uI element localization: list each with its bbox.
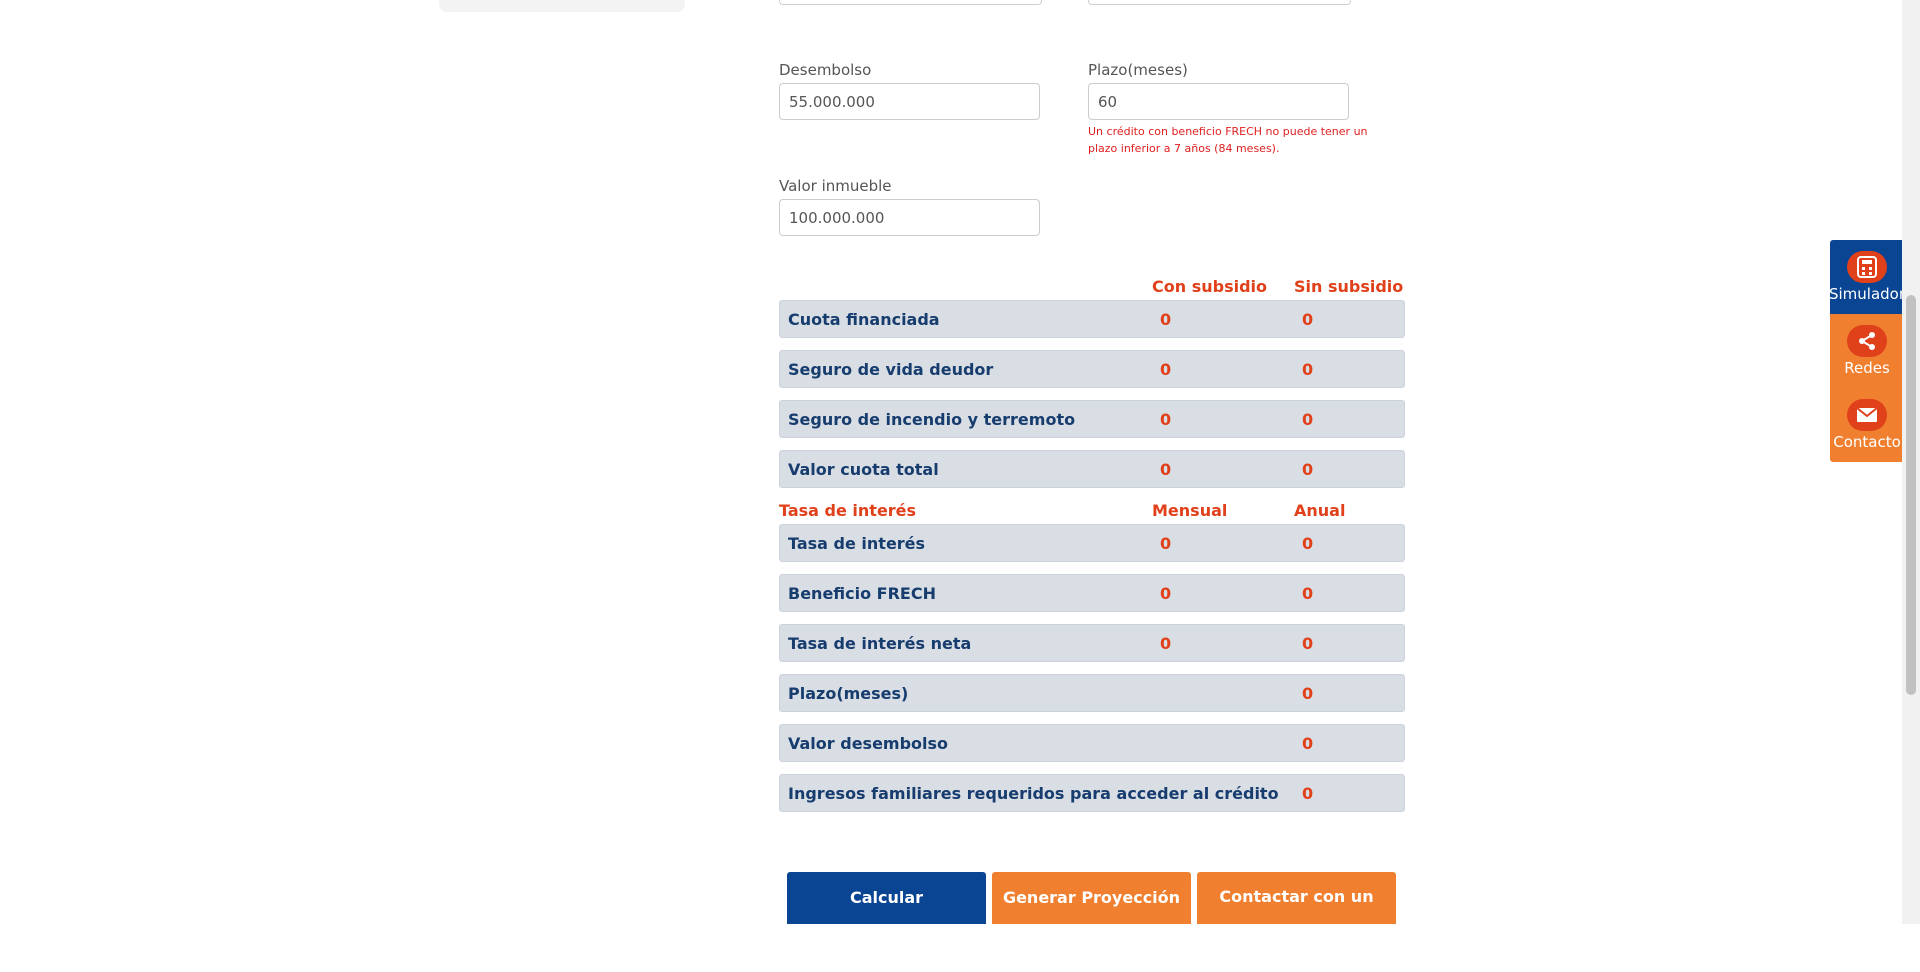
page-scrollbar[interactable] [1902, 0, 1920, 924]
con-subsidio-value: 0 [1160, 410, 1172, 429]
anual-header: Anual [1294, 501, 1346, 520]
tasa-row: Plazo(meses) 0 [779, 674, 1405, 712]
simulador-label: Simulador [1828, 285, 1906, 303]
desembolso-input[interactable] [779, 83, 1040, 120]
sin-subsidio-value: 0 [1302, 410, 1314, 429]
row-label: Valor cuota total [788, 460, 939, 479]
row-label: Tasa de interés neta [788, 634, 972, 653]
tasa-row: Ingresos familiares requeridos para acce… [779, 774, 1405, 812]
row-label: Ingresos familiares requeridos para acce… [788, 784, 1279, 803]
con-subsidio-header: Con subsidio [1152, 277, 1267, 296]
cuota-row: Cuota financiada 0 0 [779, 300, 1405, 338]
sin-subsidio-value: 0 [1302, 310, 1314, 329]
row-label: Seguro de incendio y terremoto [788, 410, 1076, 429]
row-label: Tasa de interés [788, 534, 926, 553]
anual-value: 0 [1302, 784, 1314, 803]
redes-menu-item[interactable]: Redes [1830, 314, 1904, 388]
plazo-field-group: Plazo(meses) Un crédito con beneficio FR… [1088, 61, 1378, 157]
tasa-section-title: Tasa de interés [779, 501, 917, 520]
plazo-input[interactable] [1088, 83, 1349, 120]
contacto-menu-item[interactable]: Contacto [1830, 388, 1904, 462]
sidebar-panel [439, 0, 685, 12]
row-label: Cuota financiada [788, 310, 940, 329]
cuota-row: Seguro de vida deudor 0 0 [779, 350, 1405, 388]
tasa-row: Valor desembolso 0 [779, 724, 1405, 762]
row-label: Beneficio FRECH [788, 584, 936, 603]
plazo-error-message: Un crédito con beneficio FRECH no puede … [1088, 125, 1368, 155]
row-label: Valor desembolso [788, 734, 949, 753]
mensual-value: 0 [1160, 634, 1172, 653]
desembolso-field-group: Desembolso [779, 61, 1040, 120]
contactar-asesor-button[interactable]: Contactar con un asesor [1197, 872, 1396, 956]
sin-subsidio-value: 0 [1302, 460, 1314, 479]
anual-value: 0 [1302, 684, 1314, 703]
row-label: Seguro de vida deudor [788, 360, 994, 379]
redes-label: Redes [1844, 359, 1890, 377]
anual-value: 0 [1302, 534, 1314, 553]
tasa-row: Tasa de interés 0 0 [779, 524, 1405, 562]
sin-subsidio-value: 0 [1302, 360, 1314, 379]
cuota-row: Valor cuota total 0 0 [779, 450, 1405, 488]
mensual-header: Mensual [1152, 501, 1228, 520]
plazo-label: Plazo(meses) [1088, 61, 1188, 79]
cuota-row: Seguro de incendio y terremoto 0 0 [779, 400, 1405, 438]
tasa-row: Beneficio FRECH 0 0 [779, 574, 1405, 612]
tasa-row: Tasa de interés neta 0 0 [779, 624, 1405, 662]
con-subsidio-value: 0 [1160, 360, 1172, 379]
sin-subsidio-header: Sin subsidio [1294, 277, 1404, 296]
share-icon [1847, 325, 1887, 357]
row-label: Plazo(meses) [788, 684, 909, 703]
mensual-value: 0 [1160, 534, 1172, 553]
con-subsidio-value: 0 [1160, 460, 1172, 479]
contacto-label: Contacto [1833, 433, 1901, 451]
anual-value: 0 [1302, 634, 1314, 653]
floating-side-menu: Simulador Redes Contacto [1828, 240, 1906, 462]
scrollbar-thumb[interactable] [1906, 295, 1916, 695]
valor-inmueble-input[interactable] [779, 199, 1040, 236]
previous-input-left[interactable] [779, 0, 1042, 5]
mensual-value: 0 [1160, 584, 1172, 603]
mail-icon [1847, 399, 1887, 431]
valor-inmueble-label: Valor inmueble [779, 177, 892, 195]
con-subsidio-value: 0 [1160, 310, 1172, 329]
anual-value: 0 [1302, 734, 1314, 753]
calcular-button[interactable]: Calcular [787, 872, 986, 924]
desembolso-label: Desembolso [779, 61, 872, 79]
generar-proyeccion-button[interactable]: Generar Proyección [992, 872, 1191, 924]
simulador-menu-item[interactable]: Simulador [1828, 240, 1906, 314]
previous-input-right[interactable] [1088, 0, 1351, 5]
valor-inmueble-field-group: Valor inmueble [779, 177, 1040, 236]
anual-value: 0 [1302, 584, 1314, 603]
calculator-icon [1847, 251, 1887, 283]
